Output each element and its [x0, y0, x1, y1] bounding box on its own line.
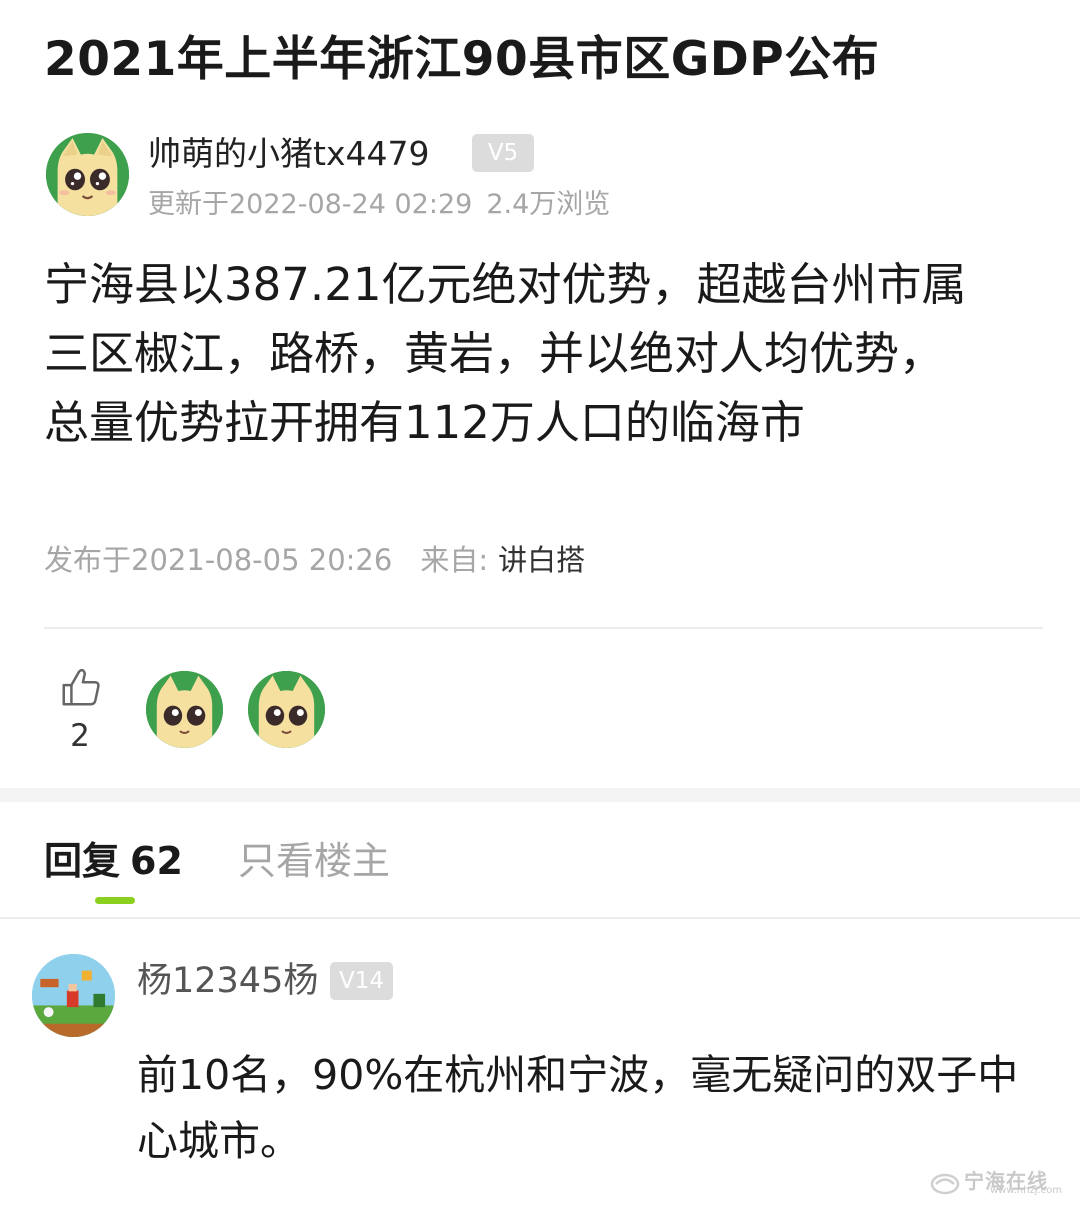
like-button[interactable]: 2: [56, 664, 108, 754]
tab-replies-count: 62: [130, 839, 183, 883]
publish-info: 发布于2021-08-05 20:26 来自: 讲白搭: [44, 538, 585, 582]
source-label: 来自:: [420, 543, 489, 577]
active-tab-indicator: [95, 897, 135, 904]
game-scene-avatar-icon: [32, 954, 115, 1037]
view-count: 2.4万浏览: [486, 189, 611, 220]
tab-replies[interactable]: 回复 62: [44, 836, 183, 886]
tab-replies-label: 回复: [44, 839, 121, 883]
cat-avatar-icon: [248, 671, 325, 748]
reply-text: 前10名，90%在杭州和宁波，毫无疑问的双子中 心城市。: [137, 1042, 1067, 1174]
author-name[interactable]: 帅萌的小猪tx4479: [148, 132, 429, 176]
post-body-line: 总量优势拉开拥有112万人口的临海市: [44, 396, 805, 449]
reply-avatar[interactable]: [32, 954, 115, 1037]
updated-time: 更新于2022-08-24 02:29: [148, 189, 473, 220]
section-separator: [0, 788, 1080, 802]
liker-avatar[interactable]: [146, 671, 223, 748]
post-meta: 更新于2022-08-24 02:29 2.4万浏览: [148, 186, 610, 224]
watermark-url: www.nhzj.com: [990, 1185, 1063, 1196]
author-avatar[interactable]: [46, 133, 129, 216]
cat-avatar-icon: [46, 133, 129, 216]
like-count: 2: [70, 718, 90, 754]
cat-avatar-icon: [146, 671, 223, 748]
post-body: 宁海县以387.21亿元绝对优势，超越台州市属 三区椒江，路桥，黄岩，并以绝对人…: [44, 250, 1044, 457]
reply-author-name[interactable]: 杨12345杨: [137, 958, 318, 1004]
post-body-line: 宁海县以387.21亿元绝对优势，超越台州市属: [44, 258, 967, 311]
thumbs-up-icon: [62, 668, 100, 706]
liker-avatar[interactable]: [248, 671, 325, 748]
divider: [44, 627, 1043, 629]
publish-time: 发布于2021-08-05 20:26: [44, 543, 393, 577]
post-title: 2021年上半年浙江90县市区GDP公布: [44, 32, 880, 87]
site-watermark: 宁海在线 www.nhzj.com: [930, 1163, 1070, 1203]
author-level-badge: V5: [472, 134, 534, 172]
tab-owner-only[interactable]: 只看楼主: [238, 836, 390, 886]
reply-text-line: 心城市。: [137, 1117, 301, 1165]
reply-level-badge: V14: [330, 962, 393, 1000]
source-name[interactable]: 讲白搭: [498, 543, 585, 577]
post-body-line: 三区椒江，路桥，黄岩，并以绝对人均优势，: [44, 327, 945, 380]
divider: [0, 917, 1080, 919]
reply-text-line: 前10名，90%在杭州和宁波，毫无疑问的双子中: [137, 1051, 1019, 1099]
watermark-logo-icon: [930, 1173, 960, 1195]
